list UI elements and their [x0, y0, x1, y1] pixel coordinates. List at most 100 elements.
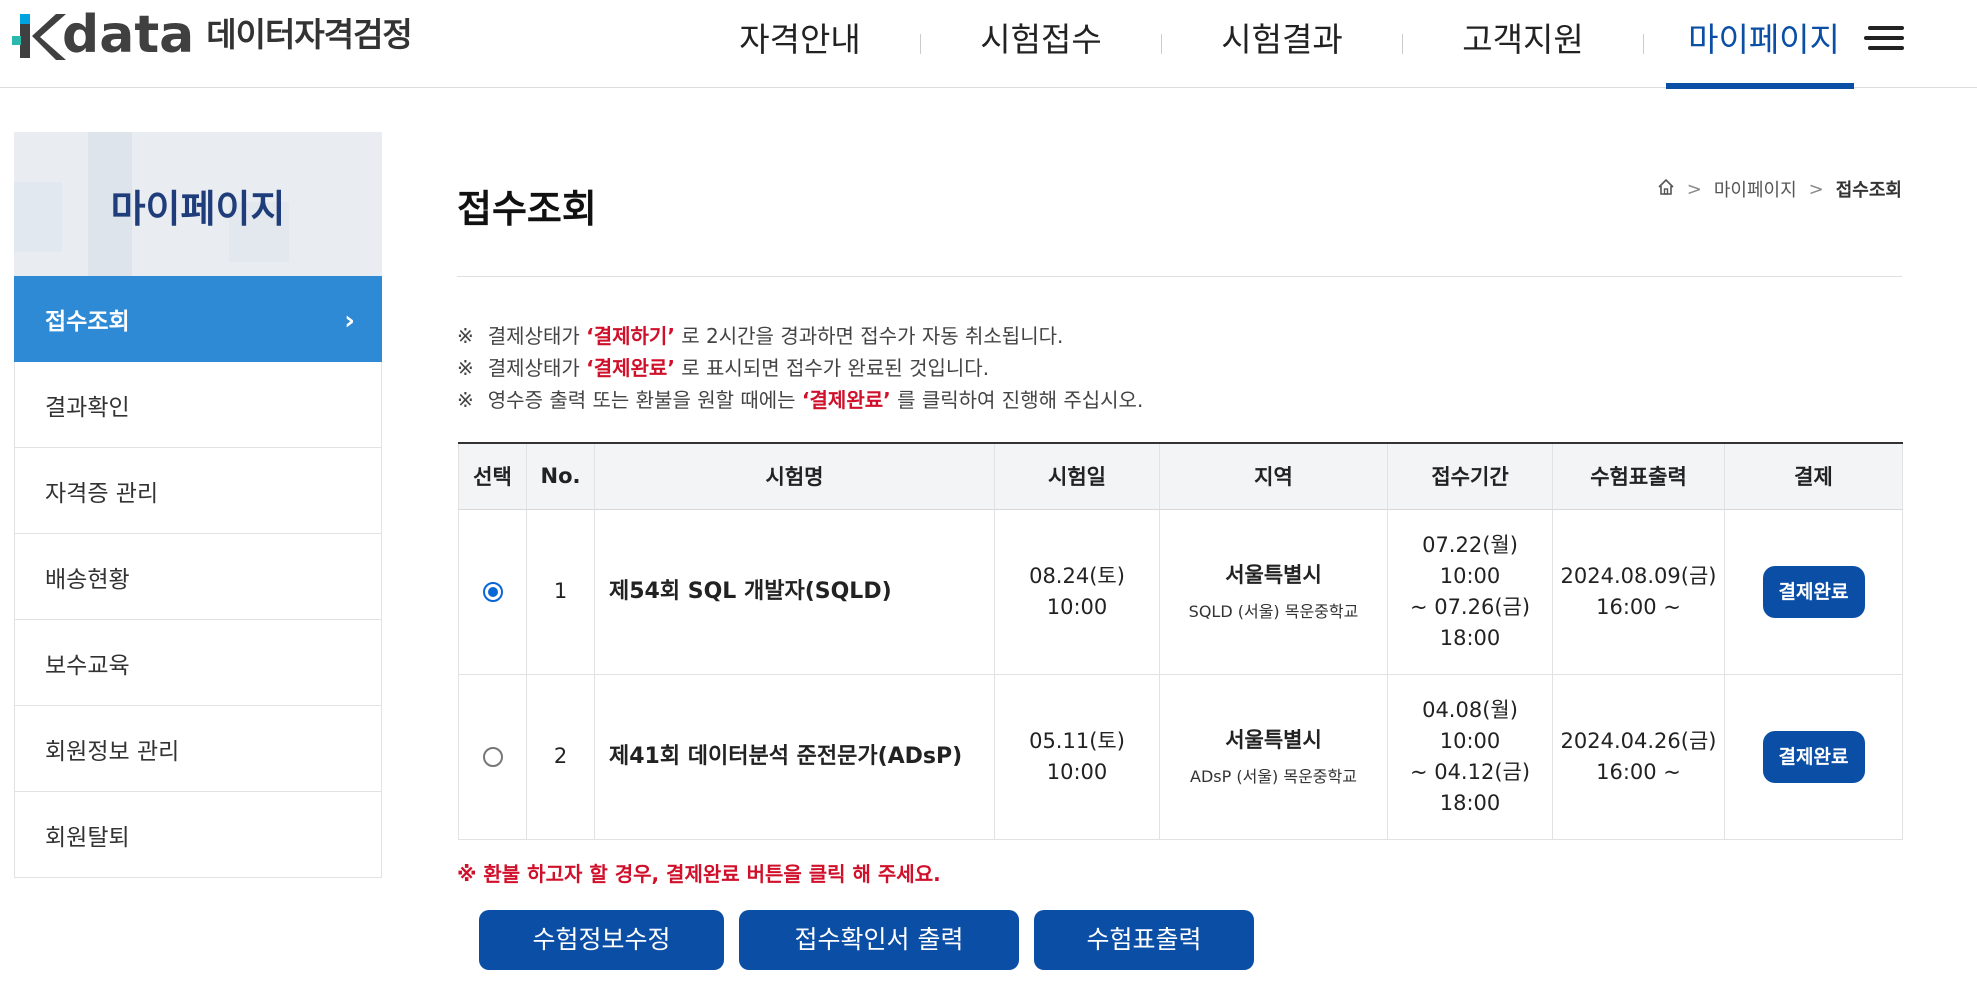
- select-cell: [458, 508, 527, 675]
- sidebar-item-delivery-status[interactable]: 배송현황: [14, 534, 382, 620]
- sidebar-item-certificate-management[interactable]: 자격증 관리: [14, 448, 382, 534]
- chevron-right-icon: >: [1808, 178, 1824, 200]
- sidebar-item-label: 결과확인: [45, 394, 130, 421]
- col-header-application-period: 접수기간: [1387, 442, 1553, 510]
- sidebar-item-label: 회원정보 관리: [45, 738, 180, 765]
- ticket-cell: 2024.04.26(금) 16:00 ~: [1552, 673, 1725, 840]
- period-start-date: 04.08(월): [1422, 697, 1518, 722]
- ticket-cell: 2024.08.09(금) 16:00 ~: [1552, 508, 1725, 675]
- exam-name-cell: 제54회 SQL 개발자(SQLD): [594, 508, 995, 675]
- notice-highlight: ‘결제완료’: [586, 356, 675, 380]
- select-radio[interactable]: [482, 747, 503, 767]
- application-table: 선택 No. 시험명 시험일 지역 접수기간 수험표출력 결제 1 제54회 S…: [458, 442, 1903, 840]
- region-cell: 서울특별시 SQLD (서울) 목운중학교: [1159, 508, 1388, 675]
- chevron-right-icon: >: [1686, 178, 1702, 200]
- sidebar-item-application-inquiry[interactable]: 접수조회 ›: [14, 276, 382, 362]
- select-cell: [458, 673, 527, 840]
- page-title: 접수조회: [457, 187, 597, 231]
- col-header-payment: 결제: [1724, 442, 1903, 510]
- notice-mark: ※: [457, 388, 474, 412]
- sidebar-item-member-info[interactable]: 회원정보 관리: [14, 706, 382, 792]
- home-icon[interactable]: [1657, 178, 1675, 201]
- period-end-date: ~ 07.26(금): [1409, 594, 1531, 619]
- sidebar-item-continuing-education[interactable]: 보수교육: [14, 620, 382, 706]
- title-divider: [457, 276, 1902, 277]
- sidebar-item-result-check[interactable]: 결과확인: [14, 362, 382, 448]
- region-cell: 서울특별시 ADsP (서울) 목운중학교: [1159, 673, 1388, 840]
- exam-date-cell: 08.24(토) 10:00: [994, 508, 1160, 675]
- print-admission-ticket-button[interactable]: 수험표출력: [1034, 910, 1254, 970]
- period-start-time: 10:00: [1439, 563, 1501, 588]
- nav-item-exam-results[interactable]: 시험결과: [1162, 0, 1402, 88]
- sidebar-item-label: 회원탈퇴: [45, 824, 130, 851]
- period-start-date: 07.22(월): [1422, 532, 1518, 557]
- ticket-time: 16:00 ~: [1596, 759, 1681, 784]
- nav-item-customer-support[interactable]: 고객지원: [1403, 0, 1643, 88]
- edit-exam-info-button[interactable]: 수험정보수정: [479, 910, 724, 970]
- breadcrumb-item[interactable]: 마이페이지: [1714, 176, 1797, 202]
- payment-cell: 결제완료: [1724, 673, 1903, 840]
- col-header-select: 선택: [458, 442, 527, 510]
- exam-date: 08.24(토): [1029, 563, 1125, 588]
- no-cell: 2: [526, 673, 595, 840]
- sidebar-item-label: 자격증 관리: [45, 480, 159, 507]
- exam-time: 10:00: [1046, 759, 1108, 784]
- sidebar-item-label: 배송현황: [45, 566, 130, 593]
- sidebar-title: 마이페이지: [110, 187, 286, 231]
- notice-highlight: ‘결제하기’: [586, 324, 675, 348]
- period-cell: 04.08(월) 10:00 ~ 04.12(금) 18:00: [1387, 673, 1553, 840]
- notice-item: ※ 결제상태가 ‘결제하기’ 로 2시간을 경과하면 접수가 자동 취소됩니다.: [457, 320, 1143, 352]
- no-cell: 1: [526, 508, 595, 675]
- select-radio[interactable]: [482, 582, 503, 602]
- col-header-region: 지역: [1159, 442, 1388, 510]
- period-end-time: 18:00: [1439, 790, 1501, 815]
- ticket-date: 2024.04.26(금): [1560, 728, 1717, 753]
- sidebar: 마이페이지 접수조회 › 결과확인 자격증 관리 배송현황 보수교육 회원정보 …: [14, 132, 382, 878]
- notice-item: ※ 영수증 출력 또는 환불을 원할 때에는 ‘결제완료’ 를 클릭하여 진행해 …: [457, 384, 1143, 416]
- notice-text: 영수증 출력 또는 환불을 원할 때에는: [487, 388, 802, 412]
- sidebar-item-label: 접수조회: [45, 308, 130, 335]
- chevron-right-icon: ›: [344, 306, 355, 336]
- col-header-exam-date: 시험일: [994, 442, 1160, 510]
- notice-list: ※ 결제상태가 ‘결제하기’ 로 2시간을 경과하면 접수가 자동 취소됩니다. …: [457, 320, 1143, 416]
- breadcrumb-current: 접수조회: [1835, 180, 1902, 201]
- region-name: 서울특별시: [1225, 563, 1322, 587]
- sidebar-item-withdraw[interactable]: 회원탈퇴: [14, 792, 382, 878]
- notice-text: 를 클릭하여 진행해 주십시오.: [890, 388, 1144, 412]
- table-row: 1 제54회 SQL 개발자(SQLD) 08.24(토) 10:00 서울특별…: [458, 508, 1903, 675]
- region-name: 서울특별시: [1225, 728, 1322, 752]
- ticket-time: 16:00 ~: [1596, 594, 1681, 619]
- sidebar-header: 마이페이지: [14, 132, 382, 276]
- notice-text: 로 2시간을 경과하면 접수가 자동 취소됩니다.: [674, 324, 1064, 348]
- period-cell: 07.22(월) 10:00 ~ 07.26(금) 18:00: [1387, 508, 1553, 675]
- exam-date-cell: 05.11(토) 10:00: [994, 673, 1160, 840]
- table-header-row: 선택 No. 시험명 시험일 지역 접수기간 수험표출력 결제: [458, 442, 1903, 510]
- notice-item: ※ 결제상태가 ‘결제완료’ 로 표시되면 접수가 완료된 것입니다.: [457, 352, 1143, 384]
- hamburger-icon[interactable]: [1864, 26, 1904, 54]
- venue-name: SQLD (서울) 목운중학교: [1188, 602, 1359, 621]
- col-header-exam-name: 시험명: [594, 442, 995, 510]
- nav-item-exam-application[interactable]: 시험접수: [921, 0, 1161, 88]
- breadcrumb: > 마이페이지 > 접수조회: [1657, 176, 1902, 202]
- period-end-date: ~ 04.12(금): [1409, 759, 1531, 784]
- period-end-time: 18:00: [1439, 625, 1501, 650]
- refund-note: ※ 환불 하고자 할 경우, 결제완료 버튼을 클릭 해 주세요.: [457, 862, 941, 886]
- notice-text: 결제상태가: [487, 356, 587, 380]
- col-header-ticket-print: 수험표출력: [1552, 442, 1725, 510]
- logo-wordmark: data: [62, 5, 195, 65]
- global-nav: 자격안내 시험접수 시험결과 고객지원 마이페이지: [680, 0, 1884, 89]
- payment-complete-button[interactable]: 결제완료: [1762, 565, 1865, 618]
- print-receipt-confirmation-button[interactable]: 접수확인서 출력: [739, 910, 1019, 970]
- ticket-date: 2024.08.09(금): [1560, 563, 1717, 588]
- notice-text: 결제상태가: [487, 324, 587, 348]
- logo-subtitle: 데이터자격검정: [206, 15, 413, 54]
- period-start-time: 10:00: [1439, 728, 1501, 753]
- exam-date: 05.11(토): [1029, 728, 1125, 753]
- notice-mark: ※: [457, 324, 474, 348]
- table-row: 2 제41회 데이터분석 준전문가(ADsP) 05.11(토) 10:00 서…: [458, 673, 1903, 840]
- kdata-logo[interactable]: data 데이터자격검정: [12, 5, 413, 65]
- payment-complete-button[interactable]: 결제완료: [1762, 730, 1865, 783]
- col-header-no: No.: [526, 442, 595, 510]
- nav-item-mypage[interactable]: 마이페이지: [1644, 0, 1884, 89]
- nav-item-qualification-guide[interactable]: 자격안내: [680, 0, 920, 88]
